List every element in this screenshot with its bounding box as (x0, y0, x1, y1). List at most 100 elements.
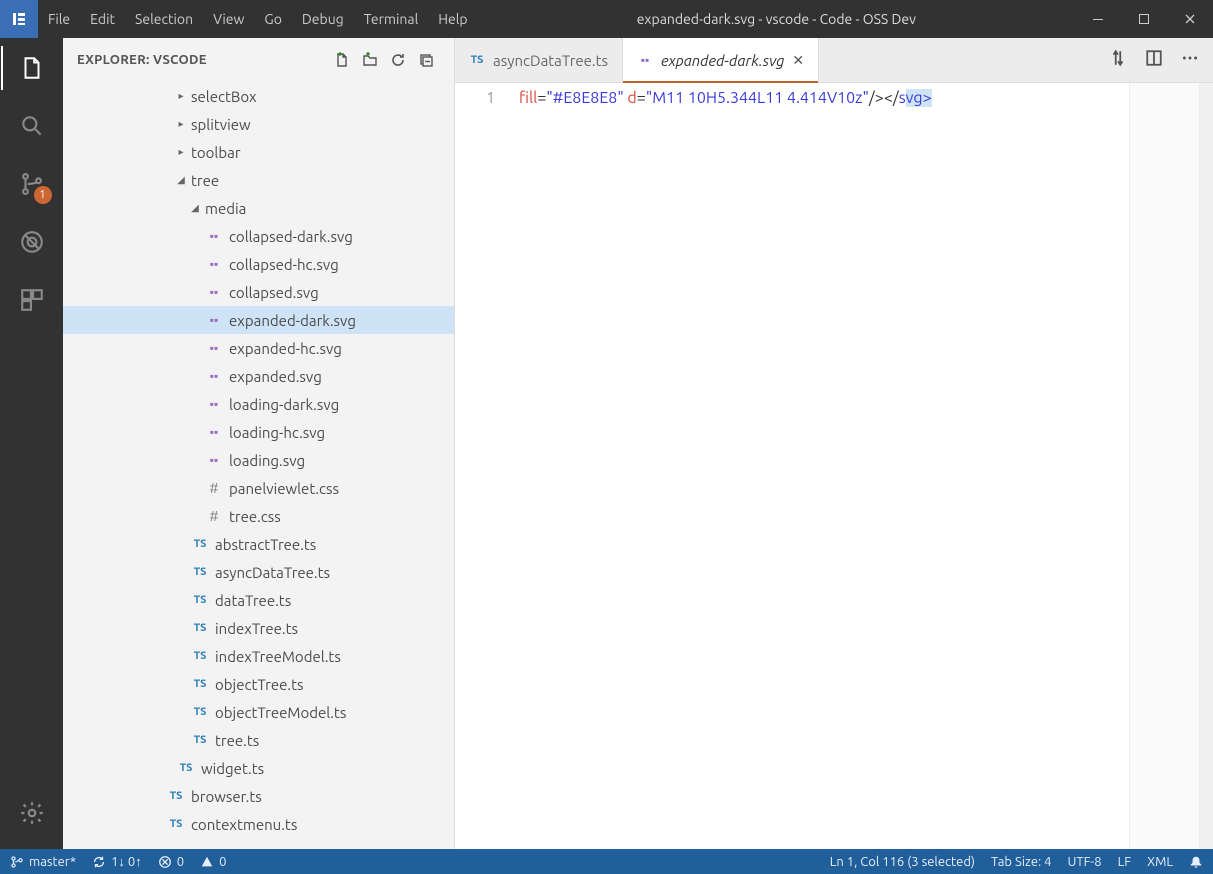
menu-terminal[interactable]: Terminal (354, 0, 429, 38)
editor-tab[interactable]: ▪▪expanded-dark.svg✕ (623, 38, 819, 82)
tree-item-label: expanded-hc.svg (229, 340, 342, 357)
tab-label: asyncDataTree.ts (493, 52, 608, 69)
window-title: expanded-dark.svg - vscode - Code - OSS … (637, 11, 916, 27)
tree-row[interactable]: ▪▪expanded.svg (63, 362, 454, 390)
tree-item-label: tree (191, 172, 219, 189)
chevron-icon: ◢ (189, 202, 201, 214)
menu-go[interactable]: Go (254, 0, 291, 38)
refresh-icon[interactable] (384, 46, 412, 74)
tree-row[interactable]: TStree.ts (63, 726, 454, 754)
tok-str-d: "M11 10H5.344L11 4.414V10z" (646, 89, 869, 107)
editor-tab[interactable]: TSasyncDataTree.ts (455, 38, 623, 82)
css-file-icon: # (205, 508, 223, 524)
tree-item-label: dataTree.ts (215, 592, 291, 609)
tree-row[interactable]: ▪▪loading-hc.svg (63, 418, 454, 446)
tree-row[interactable]: TSasyncDataTree.ts (63, 558, 454, 586)
svg-file-icon: ▪▪ (205, 425, 223, 439)
tree-row[interactable]: TSwidget.ts (63, 754, 454, 782)
tree-item-label: asyncDataTree.ts (215, 564, 330, 581)
tree-row[interactable]: TS contextmenu.ts (63, 810, 454, 838)
tree-item-label: tree.ts (215, 732, 259, 749)
tree-row[interactable]: ▸toolbar (63, 138, 454, 166)
minimize-button[interactable] (1075, 0, 1121, 38)
new-file-icon[interactable] (328, 46, 356, 74)
editor-tabs: TSasyncDataTree.ts▪▪expanded-dark.svg✕ (455, 38, 1213, 83)
status-lang[interactable]: XML (1147, 855, 1173, 869)
tree-row[interactable]: TSobjectTreeModel.ts (63, 698, 454, 726)
tree-row[interactable]: TSbrowser.ts (63, 782, 454, 810)
tok-attr-d: d (627, 89, 636, 107)
maximize-button[interactable] (1121, 0, 1167, 38)
svg-file-icon: ▪▪ (205, 453, 223, 467)
code-content[interactable]: fill="#E8E8E8" d="M11 10H5.344L11 4.414V… (519, 83, 1129, 849)
split-editor-icon[interactable] (1145, 49, 1163, 71)
sidebar: EXPLORER: VSCODE ▸selectBox▸splitview▸to… (63, 38, 455, 849)
tree-row[interactable]: ▪▪collapsed-dark.svg (63, 222, 454, 250)
svg-file-icon: ▪▪ (205, 285, 223, 299)
activity-explorer[interactable] (16, 52, 48, 84)
tree-row[interactable]: TSindexTree.ts (63, 614, 454, 642)
activity-search[interactable] (16, 110, 48, 142)
tree-row[interactable]: ▪▪collapsed.svg (63, 278, 454, 306)
tree-row[interactable]: TSindexTreeModel.ts (63, 642, 454, 670)
status-indent[interactable]: Tab Size: 4 (991, 855, 1052, 869)
status-warnings[interactable]: 0 (200, 855, 226, 869)
tree-row[interactable]: ▸selectBox (63, 82, 454, 110)
activity-extensions[interactable] (16, 284, 48, 316)
chevron-icon: ▸ (175, 146, 187, 158)
editor-scrollbar[interactable] (1199, 83, 1213, 849)
collapse-all-icon[interactable] (412, 46, 440, 74)
activity-debug[interactable] (16, 226, 48, 258)
new-folder-icon[interactable] (356, 46, 384, 74)
menu-file[interactable]: File (38, 0, 80, 38)
tree-row[interactable]: TSobjectTree.ts (63, 670, 454, 698)
ts-file-icon: TS (191, 706, 209, 718)
ts-file-icon: TS (167, 790, 185, 802)
minimap[interactable] (1129, 83, 1199, 849)
editor[interactable]: 1 fill="#E8E8E8" d="M11 10H5.344L11 4.41… (455, 83, 1213, 849)
tree-row[interactable]: ▸splitview (63, 110, 454, 138)
status-errors[interactable]: 0 (158, 855, 184, 869)
status-branch[interactable]: master* (10, 855, 76, 869)
tree-row[interactable]: ▪▪expanded-hc.svg (63, 334, 454, 362)
tok-eq: = (637, 89, 646, 107)
activity-settings[interactable] (16, 797, 48, 829)
file-tree[interactable]: ▸selectBox▸splitview▸toolbar◢tree◢media▪… (63, 82, 454, 849)
menu-view[interactable]: View (203, 0, 254, 38)
titlebar: FileEditSelectionViewGoDebugTerminalHelp… (0, 0, 1213, 38)
tok-tag-vg: vg (906, 89, 923, 107)
status-bell-icon[interactable] (1189, 855, 1203, 869)
chevron-icon: ◢ (175, 174, 187, 186)
tree-row[interactable]: TSabstractTree.ts (63, 530, 454, 558)
svg-file-icon: ▪▪ (637, 53, 653, 67)
tree-row[interactable]: ▪▪collapsed-hc.svg (63, 250, 454, 278)
menu-help[interactable]: Help (428, 0, 477, 38)
svg-file-icon: ▪▪ (205, 257, 223, 271)
menu-selection[interactable]: Selection (125, 0, 203, 38)
status-cursor[interactable]: Ln 1, Col 116 (3 selected) (830, 855, 975, 869)
tree-row[interactable]: TSdataTree.ts (63, 586, 454, 614)
more-icon[interactable] (1181, 49, 1199, 71)
activity-scm[interactable]: 1 (16, 168, 48, 200)
status-encoding[interactable]: UTF-8 (1068, 855, 1102, 869)
status-sync[interactable]: 1↓ 0↑ (92, 854, 142, 869)
tree-row[interactable]: ◢ tree (63, 166, 454, 194)
tree-row[interactable]: ▪▪expanded-dark.svg (63, 306, 454, 334)
menu-edit[interactable]: Edit (80, 0, 125, 38)
svg-file-icon: ▪▪ (205, 229, 223, 243)
close-button[interactable] (1167, 0, 1213, 38)
compare-icon[interactable] (1109, 49, 1127, 71)
chevron-icon: ▸ (175, 118, 187, 130)
status-eol[interactable]: LF (1118, 855, 1131, 869)
tree-row[interactable]: #tree.css (63, 502, 454, 530)
ts-file-icon: TS (177, 762, 195, 774)
tree-row[interactable]: #panelviewlet.css (63, 474, 454, 502)
ts-file-icon: TS (167, 818, 185, 830)
tok-close1: /></ (869, 89, 899, 107)
menu-debug[interactable]: Debug (292, 0, 354, 38)
tree-row[interactable]: ▪▪loading.svg (63, 446, 454, 474)
tree-row[interactable]: ▪▪loading-dark.svg (63, 390, 454, 418)
tree-row[interactable]: ◢media (63, 194, 454, 222)
tree-item-label: contextmenu.ts (191, 816, 297, 833)
close-tab-icon[interactable]: ✕ (792, 52, 804, 69)
